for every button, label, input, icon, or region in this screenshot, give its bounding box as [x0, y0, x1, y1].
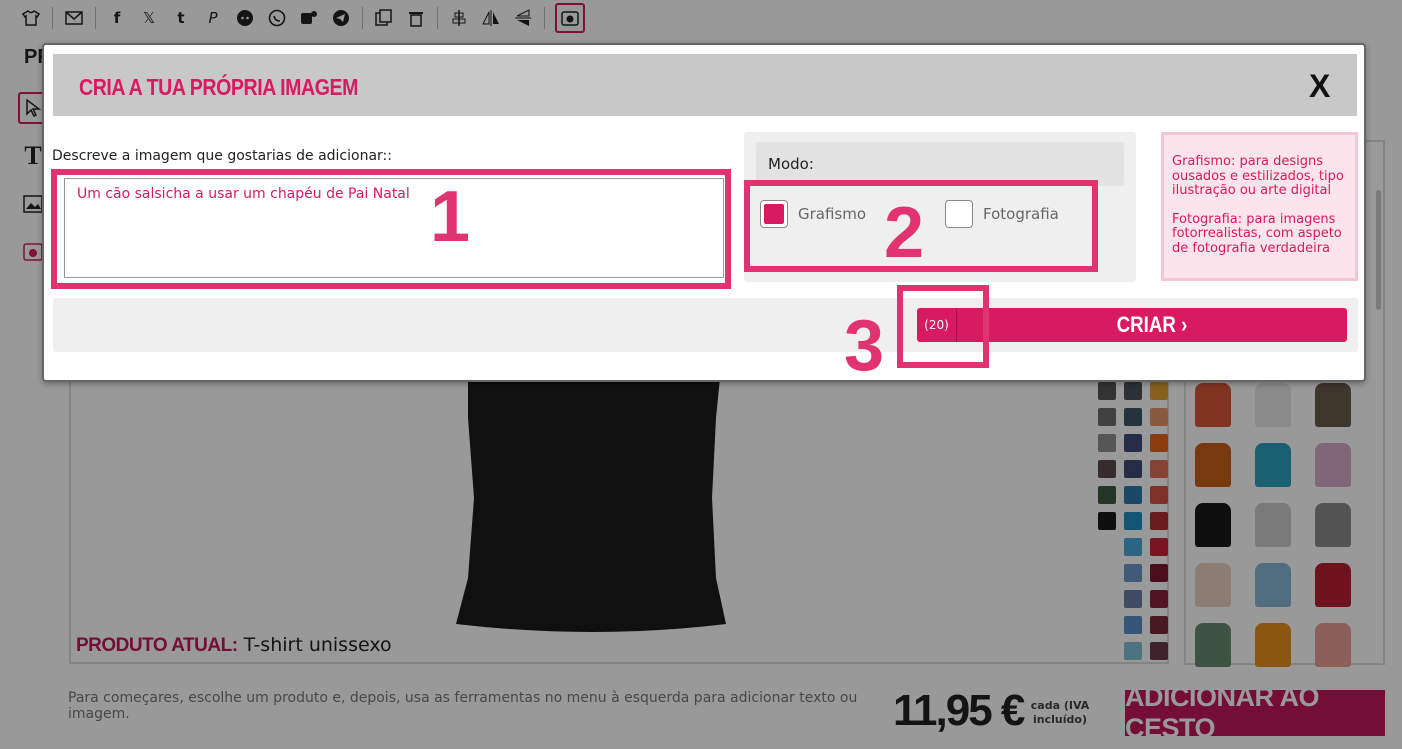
create-label: CRIAR ›: [1116, 312, 1188, 337]
create-image-modal: CRIA A TUA PRÓPRIA IMAGEM X Descreve a i…: [42, 43, 1366, 382]
annotation-box-1: [51, 169, 731, 289]
option-grafismo[interactable]: Grafismo: [760, 200, 866, 228]
description-label: Descreve a imagem que gostarias de adici…: [52, 148, 392, 164]
close-button[interactable]: X: [1309, 68, 1330, 105]
option-fotografia[interactable]: Fotografia: [945, 200, 1059, 228]
mode-label: Modo:: [768, 155, 814, 173]
create-button[interactable]: (20) CRIAR ›: [917, 308, 1347, 342]
modal-title: CRIA A TUA PRÓPRIA IMAGEM: [79, 74, 358, 100]
modal-header: CRIA A TUA PRÓPRIA IMAGEM X: [53, 54, 1357, 116]
info-grafismo: Grafismo: para designs ousados e estiliz…: [1172, 154, 1344, 198]
description-input[interactable]: [64, 178, 724, 278]
fotografia-label: Fotografia: [983, 205, 1059, 223]
info-fotografia: Fotografia: para imagens fotorrealistas,…: [1172, 211, 1342, 256]
grafismo-label: Grafismo: [798, 205, 867, 223]
annotation-number-3: 3: [844, 306, 885, 386]
fotografia-checkbox[interactable]: [945, 200, 973, 228]
grafismo-checkbox[interactable]: [760, 200, 788, 228]
annotation-number-1: 1: [430, 177, 471, 257]
mode-info: Grafismo: para designs ousados e estiliz…: [1161, 132, 1358, 281]
credits-count: (20): [917, 308, 957, 342]
annotation-number-2: 2: [884, 193, 925, 273]
